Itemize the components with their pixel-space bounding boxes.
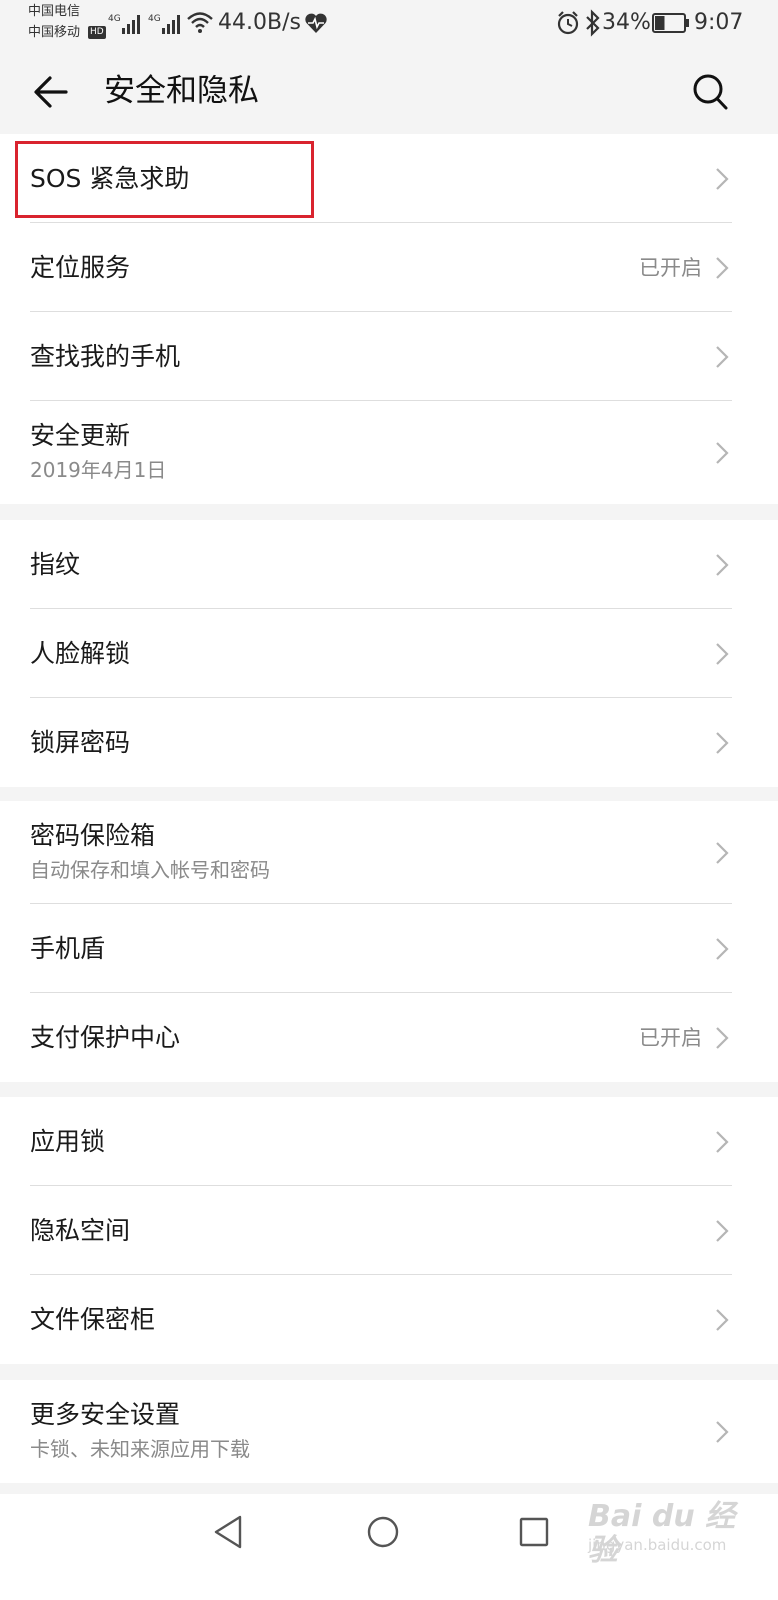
carrier-1: 中国电信 [28, 4, 81, 19]
battery-percent: 34% [602, 10, 651, 35]
network-speed: 44.0B/s [218, 10, 301, 35]
app-header: 安全和隐私 [0, 48, 778, 134]
row-password-vault[interactable]: 密码保险箱 自动保存和填入帐号和密码 [0, 801, 778, 904]
row-label: 文件保密柜 [30, 1304, 156, 1334]
chevron-right-icon [716, 1026, 729, 1049]
chevron-right-icon [716, 937, 729, 960]
alarm-icon [557, 11, 579, 35]
row-payment-protection[interactable]: 支付保护中心 已开启 [0, 993, 778, 1082]
row-label: 应用锁 [30, 1126, 106, 1156]
chevron-right-icon [716, 1308, 729, 1331]
chevron-right-icon [716, 553, 729, 576]
row-label: 查找我的手机 [30, 341, 181, 371]
nav-recent-apps-icon[interactable] [516, 1512, 552, 1552]
settings-group-4: 应用锁 隐私空间 文件保密柜 [0, 1097, 778, 1364]
row-find-my-phone[interactable]: 查找我的手机 [0, 312, 778, 401]
back-button[interactable] [28, 68, 76, 116]
row-label: 更多安全设置 [30, 1400, 181, 1429]
row-more-security-settings[interactable]: 更多安全设置 卡锁、未知来源应用下载 [0, 1380, 778, 1483]
bluetooth-icon [586, 9, 600, 37]
row-sublabel: 2019年4月1日 [30, 458, 167, 482]
row-face-unlock[interactable]: 人脸解锁 [0, 609, 778, 698]
network-type-1: 4G [108, 14, 121, 24]
row-label: 隐私空间 [30, 1215, 131, 1245]
status-bar: 中国电信 中国移动 HD 4G 4G 44.0B/s 34% 9:07 [0, 0, 778, 48]
row-phone-shield[interactable]: 手机盾 [0, 904, 778, 993]
search-icon [693, 74, 728, 110]
settings-group-5: 更多安全设置 卡锁、未知来源应用下载 [0, 1380, 778, 1483]
signal-1-icon: 4G [108, 14, 140, 34]
row-label: 安全更新 [30, 421, 131, 450]
wifi-icon [187, 12, 213, 33]
navigation-bar [0, 1494, 778, 1600]
chevron-right-icon [716, 256, 729, 279]
settings-group-2: 指纹 人脸解锁 锁屏密码 [0, 520, 778, 787]
row-security-update[interactable]: 安全更新 2019年4月1日 [0, 401, 778, 504]
row-sublabel: 卡锁、未知来源应用下载 [30, 1437, 250, 1461]
nav-back-icon[interactable] [210, 1512, 246, 1552]
row-status: 已开启 [639, 1025, 702, 1050]
page-title: 安全和隐私 [104, 73, 259, 109]
chevron-right-icon [716, 841, 729, 864]
row-lock-screen-password[interactable]: 锁屏密码 [0, 698, 778, 787]
chevron-right-icon [716, 345, 729, 368]
row-label: 人脸解锁 [30, 638, 131, 668]
signal-2-icon: 4G [148, 14, 180, 34]
row-label: 手机盾 [30, 933, 106, 963]
row-app-lock[interactable]: 应用锁 [0, 1097, 778, 1186]
nav-home-icon[interactable] [363, 1512, 403, 1552]
health-heart-icon [305, 13, 327, 33]
row-location-service[interactable]: 定位服务 已开启 [0, 223, 778, 312]
row-file-safe[interactable]: 文件保密柜 [0, 1275, 778, 1364]
row-private-space[interactable]: 隐私空间 [0, 1186, 778, 1275]
clock: 9:07 [694, 10, 744, 35]
chevron-right-icon [716, 731, 729, 754]
row-label: 定位服务 [30, 252, 131, 282]
row-sublabel: 自动保存和填入帐号和密码 [30, 858, 270, 882]
chevron-right-icon [716, 167, 729, 190]
chevron-right-icon [716, 441, 729, 464]
chevron-right-icon [716, 1130, 729, 1153]
battery-icon [652, 13, 689, 33]
carrier-2: 中国移动 [28, 25, 81, 40]
row-label: 密码保险箱 [30, 821, 156, 850]
settings-group-1: SOS 紧急求助 定位服务 已开启 查找我的手机 安全更新 2019年4月1日 [0, 134, 778, 504]
back-arrow-icon [34, 76, 68, 108]
row-label: 支付保护中心 [30, 1022, 181, 1052]
row-status: 已开启 [639, 255, 702, 280]
chevron-right-icon [716, 1219, 729, 1242]
hd-badge: HD [88, 26, 106, 39]
settings-group-3: 密码保险箱 自动保存和填入帐号和密码 手机盾 支付保护中心 已开启 [0, 801, 778, 1082]
network-type-2: 4G [148, 14, 161, 24]
row-label: 锁屏密码 [30, 727, 131, 757]
row-label: SOS 紧急求助 [30, 163, 190, 193]
search-button[interactable] [686, 68, 734, 116]
chevron-right-icon [716, 1420, 729, 1443]
row-fingerprint[interactable]: 指纹 [0, 520, 778, 609]
row-sos-emergency[interactable]: SOS 紧急求助 [0, 134, 778, 223]
row-label: 指纹 [30, 549, 81, 579]
chevron-right-icon [716, 642, 729, 665]
